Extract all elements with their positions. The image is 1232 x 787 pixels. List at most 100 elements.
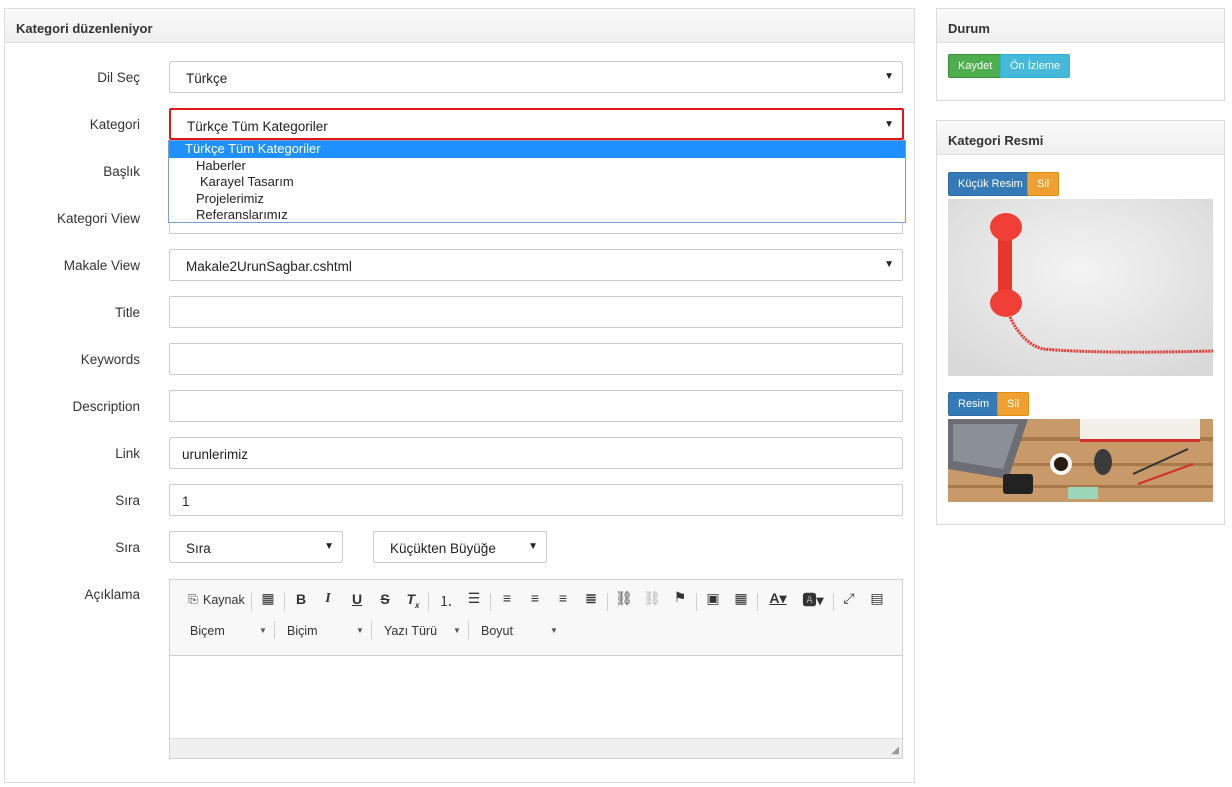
dil-label: Dil Seç [97, 70, 140, 85]
language-select[interactable]: Türkçe ▼ [169, 61, 903, 93]
toolbar-separator [757, 593, 758, 611]
justify-icon[interactable]: ≣ [580, 590, 602, 607]
chevron-down-icon: ▼ [884, 259, 894, 270]
form-row-link: Link urunlerimiz [5, 437, 916, 471]
chevron-down-icon: ▼ [356, 626, 364, 635]
font-combo[interactable]: Yazı Türü [384, 624, 437, 638]
image-preview [948, 419, 1213, 502]
anchor-icon[interactable]: ⚑ [669, 589, 691, 606]
status-panel: Durum Kaydet Ön İzleme [936, 8, 1225, 101]
form-row-description: Description [5, 390, 916, 424]
kategori-view-label: Kategori View [56, 211, 140, 226]
format-combo[interactable]: Biçim [287, 624, 318, 638]
order-direction-select[interactable]: Küçükten Büyüğe ▼ [373, 531, 547, 563]
dropdown-option[interactable]: Haberler [169, 158, 905, 175]
source-button[interactable]: Kaynak [203, 593, 245, 607]
form-row-sira-order: Sıra Sıra ▼ Küçükten Büyüğe ▼ [5, 531, 916, 565]
kategori-label: Kategori [89, 117, 140, 132]
sira-select[interactable]: Sıra ▼ [169, 531, 343, 563]
toolbar-separator [428, 593, 429, 611]
underline-icon[interactable]: U [346, 591, 368, 607]
makale-view-select[interactable]: Makale2UrunSagbar.cshtml ▼ [169, 249, 903, 281]
form-row-keywords: Keywords [5, 343, 916, 377]
form-row-title: Title [5, 296, 916, 330]
sira-select-value: Sıra [186, 541, 211, 556]
dropdown-option[interactable]: Projelerimiz [169, 191, 905, 208]
chevron-down-icon: ▼ [453, 626, 461, 635]
link-label: Link [115, 446, 140, 461]
italic-icon[interactable]: I [317, 591, 339, 607]
makale-view-value: Makale2UrunSagbar.cshtml [186, 259, 352, 274]
remove-format-icon[interactable]: Tx [402, 591, 424, 610]
chevron-down-icon: ▼ [550, 626, 558, 635]
link-icon[interactable]: ⛓ [613, 590, 635, 607]
description-input[interactable] [169, 390, 903, 422]
image-button[interactable]: Resim [948, 392, 1000, 416]
maximize-icon[interactable]: ⤢ [838, 590, 860, 607]
baslik-label: Başlık [103, 164, 140, 179]
aciklama-label: Açıklama [84, 587, 140, 602]
templates-icon[interactable]: ▦ [257, 590, 279, 607]
bulleted-list-icon[interactable]: ☰ [463, 590, 485, 607]
keywords-input[interactable] [169, 343, 903, 375]
image-icon[interactable]: ▣ [702, 590, 724, 607]
makale-view-label: Makale View [63, 258, 140, 273]
sira-label: Sıra [115, 493, 140, 508]
category-edit-panel: Kategori düzenleniyor Dil Seç Türkçe ▼ K… [4, 8, 915, 783]
preview-button[interactable]: Ön İzleme [1000, 54, 1071, 78]
toolbar-separator [833, 593, 834, 611]
resize-grip-icon[interactable]: ◢ [891, 745, 899, 756]
link-input[interactable]: urunlerimiz [169, 437, 903, 469]
delete-small-image-button[interactable]: Sil [1027, 172, 1060, 196]
image-panel-title: Kategori Resmi [937, 121, 1224, 155]
category-image-panel: Kategori Resmi Küçük Resim Sil Resim Sil [936, 120, 1225, 525]
small-image-preview [948, 199, 1213, 376]
text-color-icon[interactable]: A▾ [763, 590, 793, 607]
toolbar-separator [284, 593, 285, 611]
delete-image-button[interactable]: Sil [997, 392, 1030, 416]
dropdown-option[interactable]: Karayel Tasarım [169, 174, 905, 191]
small-image-button[interactable]: Küçük Resim [948, 172, 1033, 196]
form-row-kategori: Kategori Türkçe Tüm Kategoriler ▼ [5, 108, 916, 142]
order-direction-value: Küçükten Büyüğe [390, 541, 496, 556]
toolbar-separator [274, 621, 275, 639]
dropdown-option[interactable]: Türkçe Tüm Kategoriler [169, 141, 905, 158]
show-blocks-icon[interactable]: ▤ [866, 590, 888, 607]
source-icon[interactable]: ⎘ [182, 592, 204, 607]
title-label: Title [114, 305, 140, 320]
panel-title: Kategori düzenleniyor [5, 9, 914, 43]
align-center-icon[interactable]: ≡ [524, 590, 546, 606]
language-select-value: Türkçe [186, 71, 228, 86]
toolbar-separator [607, 593, 608, 611]
form-row-makale-view: Makale View Makale2UrunSagbar.cshtml ▼ [5, 249, 916, 283]
description-label: Description [72, 399, 140, 414]
table-icon[interactable]: ▦ [730, 590, 752, 607]
bg-color-icon[interactable]: 🅰▾ [798, 590, 828, 610]
toolbar-separator [468, 621, 469, 639]
toolbar-separator [371, 621, 372, 639]
sira-input[interactable]: 1 [169, 484, 903, 516]
editor-content-area[interactable] [170, 656, 902, 738]
bold-icon[interactable]: B [290, 591, 312, 607]
form-row-sira: Sıra 1 [5, 484, 916, 518]
chevron-down-icon: ▼ [259, 626, 267, 635]
strike-icon[interactable]: S [374, 591, 396, 607]
size-combo[interactable]: Boyut [481, 624, 513, 638]
category-select[interactable]: Türkçe Tüm Kategoriler ▼ [169, 108, 904, 140]
chevron-down-icon: ▼ [324, 541, 334, 552]
keywords-label: Keywords [80, 352, 140, 367]
align-left-icon[interactable]: ≡ [496, 590, 518, 606]
category-select-value: Türkçe Tüm Kategoriler [187, 119, 328, 134]
toolbar-separator [696, 593, 697, 611]
save-button[interactable]: Kaydet [948, 54, 1003, 78]
align-right-icon[interactable]: ≡ [552, 590, 574, 606]
unlink-icon[interactable]: ⛓ [641, 590, 663, 607]
dropdown-option[interactable]: Referanslarımız [169, 207, 905, 224]
chevron-down-icon: ▼ [884, 71, 894, 82]
title-input[interactable] [169, 296, 903, 328]
style-combo[interactable]: Biçem [190, 624, 225, 638]
editor-toolbar: ⎘ Kaynak ▦ B I U S Tx ⒈ ☰ ≡ ≡ ≡ ≣ ⛓ ⛓ ⚑ … [170, 580, 902, 656]
chevron-down-icon: ▼ [884, 119, 894, 130]
numbered-list-icon[interactable]: ⒈ [435, 591, 457, 611]
editor-footer: ◢ [170, 738, 902, 758]
